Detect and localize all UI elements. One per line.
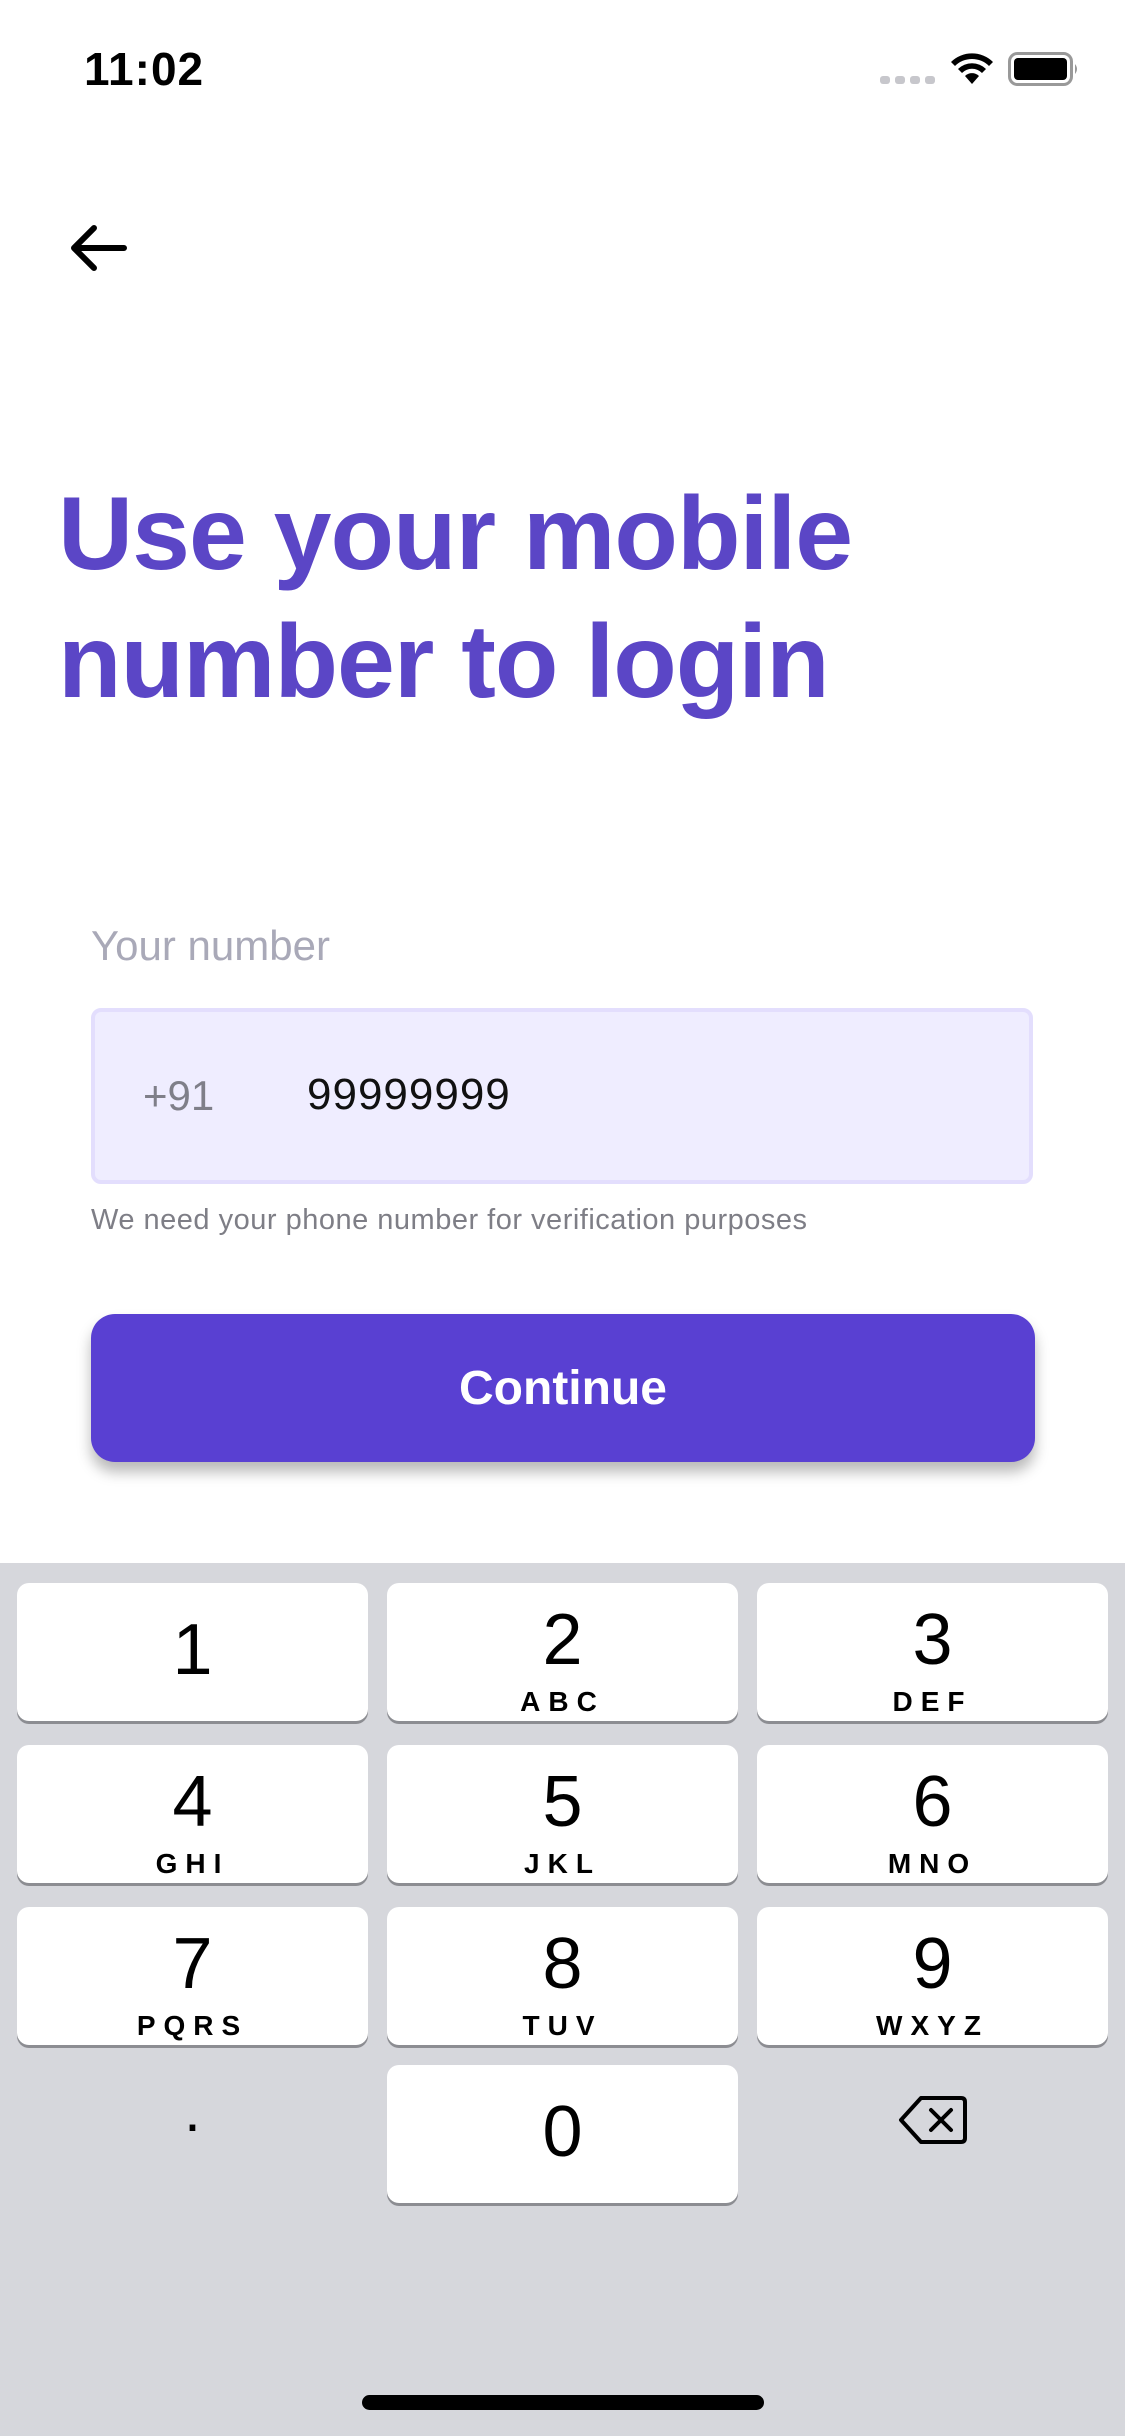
cellular-signal-icon [880,76,935,84]
phone-field-label: Your number [91,922,330,969]
delete-key[interactable] [757,2051,1108,2189]
key-letters: ABC [520,1686,605,1717]
status-bar: 11:02 [0,0,1125,132]
key-letters: WXYZ [876,2010,989,2041]
page-title-line-1: Use your mobile [58,476,853,592]
key-digit: 3 [912,1600,953,1680]
key-digit: 7 [172,1924,213,2004]
key-digit: 8 [542,1924,583,2004]
page-title-line-2: number to login [58,604,830,720]
key-1[interactable]: 1 [17,1583,368,1721]
numeric-keypad: 1 2 ABC 3 DEF 4 GHI 5 JKL 6 MNO 7 PQRS 8… [0,1563,1125,2436]
key-9[interactable]: 9 WXYZ [757,1907,1108,2045]
key-digit: 4 [172,1762,213,1842]
key-digit: 2 [542,1600,583,1680]
key-0[interactable]: 0 [387,2065,738,2203]
backspace-icon [898,2096,967,2144]
key-3[interactable]: 3 DEF [757,1583,1108,1721]
phone-field[interactable]: +91 [91,1008,1033,1184]
key-5[interactable]: 5 JKL [387,1745,738,1883]
status-time: 11:02 [84,43,205,95]
back-button[interactable] [60,210,136,286]
key-digit: 9 [912,1924,953,2004]
page-title: Use your mobile number to login [58,470,1058,726]
key-letters: DEF [892,1686,973,1717]
back-arrow-icon [71,225,127,271]
key-8[interactable]: 8 TUV [387,1907,738,2045]
key-letters: GHI [155,1848,230,1879]
key-2[interactable]: 2 ABC [387,1583,738,1721]
battery-icon [1008,52,1077,86]
key-letters: JKL [524,1848,601,1879]
key-6[interactable]: 6 MNO [757,1745,1108,1883]
phone-number-input[interactable] [307,1060,987,1130]
key-dot[interactable]: . [17,2051,368,2189]
key-7[interactable]: 7 PQRS [17,1907,368,2045]
home-indicator[interactable] [362,2395,764,2410]
key-digit: 6 [912,1762,953,1842]
key-digit: 1 [172,1610,213,1690]
continue-button[interactable]: Continue [91,1314,1035,1462]
key-digit: 5 [542,1762,583,1842]
key-digit: 0 [542,2092,583,2172]
key-letters: TUV [522,2010,603,2041]
key-letters: MNO [887,1848,978,1879]
key-4[interactable]: 4 GHI [17,1745,368,1883]
phone-helper-text: We need your phone number for verificati… [91,1204,808,1236]
wifi-icon [951,53,993,84]
country-code[interactable]: +91 [143,1072,214,1120]
key-letters: PQRS [136,2010,249,2041]
